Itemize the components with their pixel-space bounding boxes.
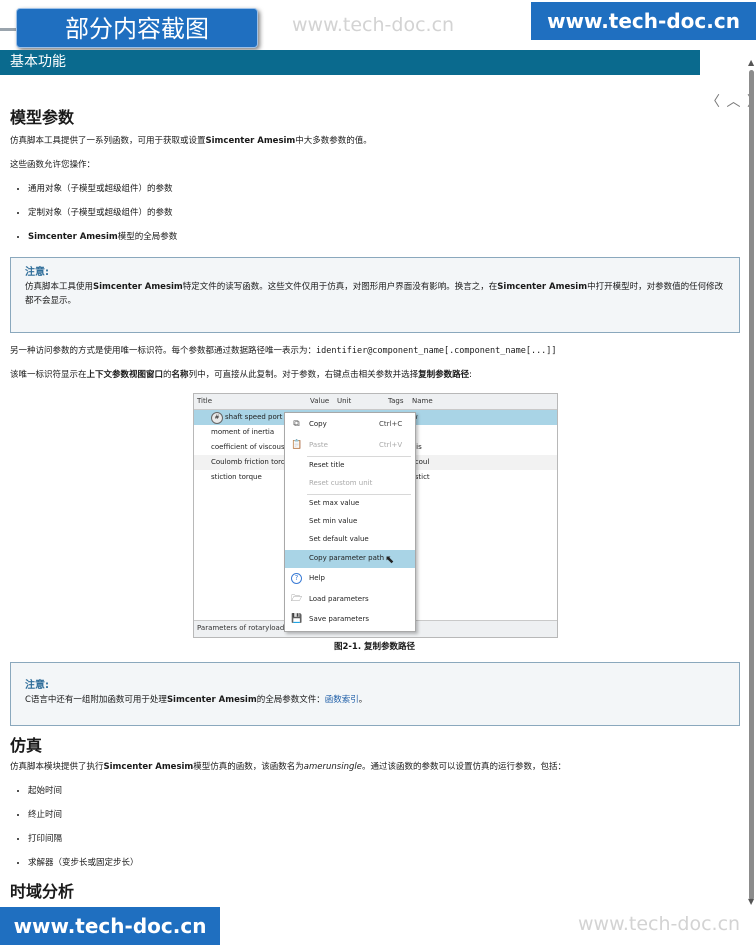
menu-label: Set default value <box>309 535 369 543</box>
col-unit: Unit <box>337 397 352 405</box>
list-item: 通用对象（子模型或超级组件）的参数 <box>28 182 728 196</box>
paste-icon: 📋 <box>291 440 303 450</box>
list-item: 定制对象（子模型或超级组件）的参数 <box>28 206 728 220</box>
menu-item-copy-parameter-path[interactable]: Copy parameter path ⬉ <box>285 550 415 568</box>
heading-model-params: 模型参数 <box>10 108 75 127</box>
row-title: shaft speed port 2 <box>225 413 290 421</box>
screenshot-tag: 部分内容截图 <box>16 8 258 48</box>
heading-simulation: 仿真 <box>10 736 43 755</box>
watermark-top: www.tech-doc.cn <box>292 14 455 36</box>
allow-text: 这些函数允许您操作： <box>10 160 96 170</box>
menu-item-copy[interactable]: ⧉ Copy Ctrl+C <box>285 416 415 434</box>
table-header: Title Value Unit Tags Name <box>194 394 557 410</box>
scroll-down-icon[interactable]: ▼ <box>748 897 754 906</box>
list-item: 求解器（变步长或固定步长） <box>28 856 728 870</box>
menu-item-reset-unit[interactable]: Reset custom unit <box>285 475 415 493</box>
path-text: 另一种访问参数的方式是使用唯一标识符。每个参数都通过数据路径唯一表示为：iden… <box>10 346 557 356</box>
footer-text: Parameters of rotaryload2 <box>197 624 289 632</box>
menu-item-set-max[interactable]: Set max value <box>285 495 415 513</box>
list-item: 终止时间 <box>28 808 728 822</box>
menu-label: Save parameters <box>309 615 370 623</box>
row-title: coefficient of viscous f <box>211 443 290 451</box>
menu-label: Copy parameter path <box>309 554 385 562</box>
model-params-list: 通用对象（子模型或超级组件）的参数 定制对象（子模型或超级组件）的参数 Simc… <box>10 182 728 244</box>
menu-item-set-min[interactable]: Set min value <box>285 513 415 531</box>
heading-time-domain: 时域分析 <box>10 882 75 901</box>
menu-shortcut: Ctrl+C <box>379 420 403 428</box>
col-tags: Tags <box>388 397 404 405</box>
brand-top-right[interactable]: www.tech-doc.cn <box>531 2 756 40</box>
function-index-link[interactable]: 函数索引 <box>325 695 359 705</box>
menu-label: Paste <box>309 441 328 449</box>
row-title: stiction torque <box>211 473 262 481</box>
menu-label: Reset title <box>309 461 345 469</box>
copy-icon: ⧉ <box>293 419 300 429</box>
cursor-icon: ⬉ <box>385 553 395 566</box>
simulation-list: 起始时间 终止时间 打印间隔 求解器（变步长或固定步长） <box>10 784 728 870</box>
context-menu: ⧉ Copy Ctrl+C 📋 Paste Ctrl+V Reset title… <box>284 412 416 632</box>
list-item: Simcenter Amesim模型的全局参数 <box>28 230 728 244</box>
save-icon: 💾 <box>291 614 303 624</box>
menu-item-help[interactable]: ? Help <box>285 570 415 588</box>
col-title: Title <box>197 397 213 405</box>
menu-shortcut: Ctrl+V <box>379 441 403 449</box>
model-params-intro: 仿真脚本工具提供了一系列函数，可用于获取或设置Simcenter Amesim中… <box>10 136 372 146</box>
folder-open-icon: 🗁 <box>291 594 303 604</box>
help-icon: ? <box>291 573 302 584</box>
menu-label: Copy <box>309 420 327 428</box>
watermark-bottom: www.tech-doc.cn <box>578 913 741 935</box>
menu-item-reset-title[interactable]: Reset title <box>285 457 415 475</box>
menu-item-load-parameters[interactable]: 🗁 Load parameters <box>285 591 415 609</box>
menu-item-set-default[interactable]: Set default value <box>285 531 415 549</box>
section-title-bar: 基本功能 <box>0 50 700 75</box>
menu-label: Load parameters <box>309 595 369 603</box>
figure-caption: 图2-1. 复制参数路径 <box>333 642 416 652</box>
hash-icon: # <box>211 412 223 424</box>
note-box-2: 注意: C语言中还有一组附加函数可用于处理Simcenter Amesim的全局… <box>10 662 740 726</box>
list-item: 起始时间 <box>28 784 728 798</box>
simulation-intro: 仿真脚本模块提供了执行Simcenter Amesim模型仿真的函数，该函数名为… <box>10 762 566 772</box>
path-code: identifier@component_name[.component_nam… <box>316 346 557 356</box>
scroll-up-icon[interactable]: ▲ <box>748 58 754 67</box>
col-name: Name <box>412 397 433 405</box>
note-text: 仿真脚本工具使用Simcenter Amesim特定文件的读写函数。这些文件仅用… <box>25 282 724 306</box>
copy-instructions: 该唯一标识符显示在上下文参数视图窗口的名称列中，可直接从此复制。对于参数，右键点… <box>10 370 472 380</box>
col-value: Value <box>310 397 330 405</box>
note-title: 注意: <box>25 680 49 691</box>
row-title: Coulomb friction torque <box>211 458 295 466</box>
menu-label: Reset custom unit <box>309 479 373 487</box>
note-box-1: 注意: 仿真脚本工具使用Simcenter Amesim特定文件的读写函数。这些… <box>10 257 740 333</box>
brand-bottom-left[interactable]: www.tech-doc.cn <box>0 907 220 945</box>
note-text: C语言中还有一组附加函数可用于处理Simcenter Amesim的全局参数文件… <box>25 695 368 705</box>
vertical-scrollbar[interactable]: ▲ ▼ <box>747 56 756 906</box>
note-title: 注意: <box>25 267 49 278</box>
menu-item-paste[interactable]: 📋 Paste Ctrl+V <box>285 437 415 455</box>
list-item: 打印间隔 <box>28 832 728 846</box>
row-title: moment of inertia <box>211 428 275 436</box>
scrollbar-thumb[interactable] <box>749 70 754 900</box>
menu-item-save-parameters[interactable]: 💾 Save parameters <box>285 611 415 629</box>
menu-label: Set min value <box>309 517 358 525</box>
menu-label: Help <box>309 574 325 582</box>
menu-label: Set max value <box>309 499 360 507</box>
